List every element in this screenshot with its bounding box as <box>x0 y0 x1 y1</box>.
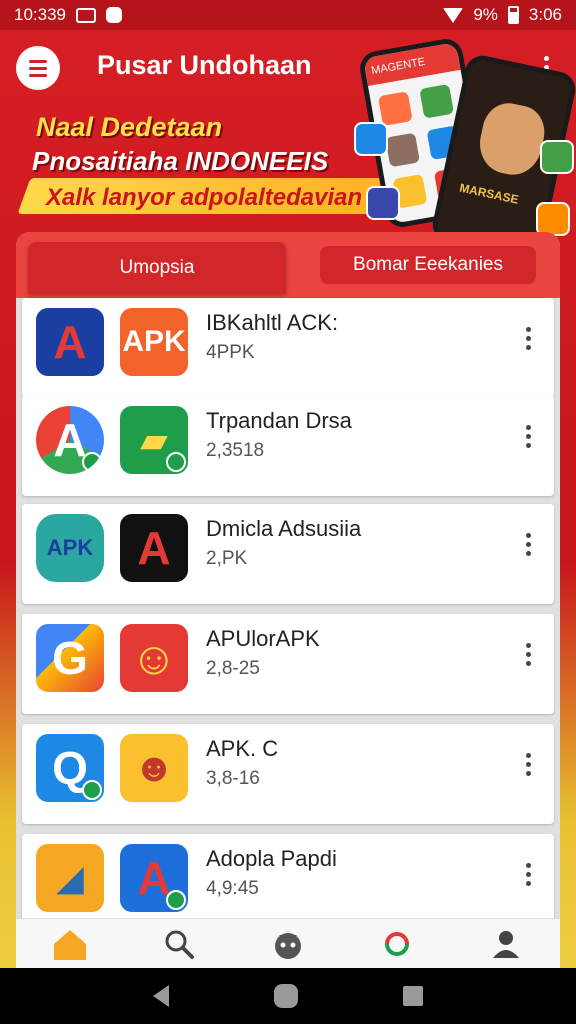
battery-percent: 9% <box>473 5 498 24</box>
app-title: Pusar Undohaan <box>97 50 312 80</box>
more-vert-icon[interactable] <box>520 860 536 888</box>
cat-face-icon <box>474 98 550 180</box>
status-bar: 10:339 9% 3:06 <box>0 0 576 30</box>
more-vert-icon[interactable] <box>520 750 536 778</box>
tab-umopsia[interactable]: Umopsia <box>28 242 286 294</box>
app-title: APK. C <box>206 736 279 761</box>
mock-app-tile-icon <box>419 83 455 119</box>
notification-icon <box>106 7 122 23</box>
more-vert-icon[interactable] <box>520 640 536 668</box>
bottom-nav <box>16 918 560 968</box>
app-subtitle: 2,3518 <box>206 440 265 461</box>
phone-caption: MARSASE <box>458 180 520 207</box>
status-clock-right: 3:06 <box>528 5 562 24</box>
more-vert-icon[interactable] <box>520 422 536 450</box>
blue-a-logo-icon: A <box>120 844 188 912</box>
app-subtitle: 2,8-25 <box>206 658 260 679</box>
home-button-icon[interactable] <box>273 984 298 1008</box>
home-icon[interactable] <box>50 924 90 964</box>
hamburger-menu-icon[interactable] <box>16 46 60 90</box>
more-vert-icon[interactable] <box>520 530 536 558</box>
banner-subheadline: Pnosaitiaha INDONEEIS <box>32 146 329 176</box>
back-icon[interactable] <box>152 985 169 1007</box>
floating-app-icon <box>354 122 388 156</box>
app-subtitle: 4PPK <box>206 342 255 363</box>
verified-badge-icon <box>82 452 102 472</box>
apk-logo-icon: APK <box>120 308 188 376</box>
gold-folder-icon: ◢ <box>36 844 104 912</box>
colorful-swirl-icon: G <box>36 624 104 692</box>
floating-app-icon <box>540 140 574 174</box>
floating-app-icon <box>366 186 400 220</box>
smiley-cat-icon: ☺ <box>120 624 188 692</box>
app-title: Adopla Papdi <box>206 846 337 871</box>
wifi-icon <box>443 7 464 23</box>
app-subtitle: 3,8-16 <box>206 768 260 789</box>
app-title: IBKahltl ACK: <box>206 310 339 335</box>
sync-icon[interactable] <box>377 924 417 964</box>
app-title: Trpandan Drsa <box>206 408 352 433</box>
mock-app-tile-icon <box>385 132 420 168</box>
tab-bar: Umopsia Bomar Eeekanies <box>16 232 560 298</box>
battery-icon <box>507 6 519 24</box>
list-item[interactable]: APK A Dmicla Adsusiia 2,PK <box>22 504 554 604</box>
app-subtitle: 2,PK <box>206 548 248 569</box>
android-monster-icon: APK <box>36 514 104 582</box>
status-left: 10:339 <box>14 5 122 25</box>
verified-badge-icon <box>166 452 186 472</box>
promo-banner[interactable]: Naal Dedetaan Pnosaitiaha INDONEEIS Xalk… <box>0 36 576 284</box>
google-drive-icon: A <box>36 406 104 474</box>
app-list-card: Umopsia Bomar Eeekanies A APK IBKahltl A… <box>16 232 560 972</box>
recent-apps-icon[interactable] <box>403 986 424 1006</box>
search-tool-icon: Q <box>36 734 104 802</box>
mock-app-tile-icon <box>377 91 413 126</box>
app-title: Dmicla Adsusiia <box>206 516 362 541</box>
green-folder-icon: ▰ <box>120 406 188 474</box>
verified-badge-icon <box>166 890 186 910</box>
verified-badge-icon <box>82 780 102 800</box>
list-item[interactable]: A ▰ Trpandan Drsa 2,3518 <box>22 396 554 496</box>
status-time: 10:339 <box>14 5 66 24</box>
status-right: 9% 3:06 <box>443 5 562 25</box>
red-a-logo-icon: A <box>36 308 104 376</box>
app-subtitle: 4,9:45 <box>206 878 259 899</box>
more-vert-icon[interactable] <box>520 324 536 352</box>
mascot-icon[interactable] <box>268 924 308 964</box>
profile-icon[interactable] <box>486 924 526 964</box>
app-title: APUlorAPK <box>206 626 320 651</box>
system-nav-bar <box>0 968 576 1024</box>
search-icon[interactable] <box>159 924 199 964</box>
banner-headline: Naal Dedetaan <box>36 112 223 142</box>
list-item[interactable]: A APK IBKahltl ACK: 4PPK <box>22 298 554 398</box>
floating-app-icon <box>536 202 570 236</box>
list-item[interactable]: G ☺ APUlorAPK 2,8-25 <box>22 614 554 714</box>
black-a-logo-icon: A <box>120 514 188 582</box>
cartoon-character-icon: ☻ <box>120 734 188 802</box>
tab-bomar-eeekanies[interactable]: Bomar Eeekanies <box>320 246 536 284</box>
banner-tagline: Xalk lanyor adpolaltedavian <box>46 184 363 211</box>
list-item[interactable]: Q ☻ APK. C 3,8-16 <box>22 724 554 824</box>
image-notification-icon <box>76 7 96 23</box>
